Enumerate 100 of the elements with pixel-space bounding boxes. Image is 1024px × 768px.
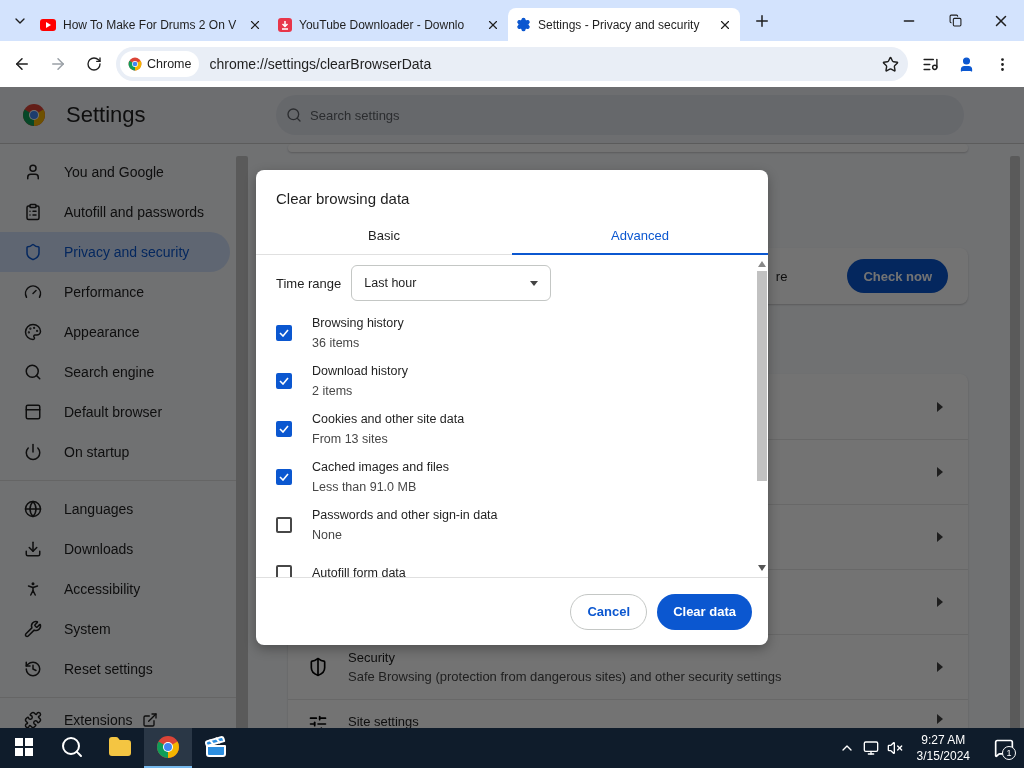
- check-icon: [279, 425, 289, 433]
- row-title: Site settings: [348, 714, 420, 728]
- clock[interactable]: 9:27 AM 3/15/2024: [910, 733, 976, 763]
- scrollbar[interactable]: [1010, 156, 1020, 728]
- dialog-title: Clear browsing data: [275, 189, 411, 209]
- search-field[interactable]: Search settings: [276, 95, 964, 135]
- puzzle-icon: [24, 711, 42, 728]
- shield-icon: [24, 243, 42, 261]
- sidebar-item[interactable]: Autofill and passwords: [0, 192, 230, 232]
- shield-icon: [308, 657, 328, 677]
- chevron-right-icon: [936, 714, 944, 724]
- sidebar-item[interactable]: Appearance: [0, 312, 230, 352]
- sidebar-item[interactable]: Search engine: [0, 352, 230, 392]
- site-chip[interactable]: Chrome: [120, 51, 200, 77]
- gauge-icon: [24, 283, 42, 301]
- clapperboard-icon[interactable]: [204, 735, 228, 759]
- field-label: Time range: [276, 275, 342, 291]
- folder-icon[interactable]: [108, 735, 132, 759]
- option-label: Browsing history: [312, 316, 404, 330]
- tab-title: YouTube Downloader - Downlo: [299, 17, 466, 32]
- sliders-icon: [308, 714, 328, 728]
- chrome-logo-icon: [156, 735, 180, 759]
- chrome-logo-icon: [22, 103, 46, 127]
- cancel-button[interactable]: Cancel: [570, 593, 648, 630]
- checkbox[interactable]: [276, 373, 292, 389]
- time-range-select[interactable]: Last hour: [351, 265, 552, 301]
- chevron-right-icon: [936, 597, 944, 607]
- option-label: Download history: [312, 364, 408, 378]
- checkbox[interactable]: [276, 517, 292, 533]
- sidebar-item[interactable]: Accessibility: [0, 569, 230, 609]
- safety-check-text: re: [775, 268, 788, 284]
- option-detail: None: [312, 528, 343, 542]
- check-icon: [279, 473, 289, 481]
- tab-title: Settings - Privacy and security: [538, 17, 701, 32]
- sidebar-item[interactable]: Extensions: [0, 700, 230, 728]
- notification-count: 1: [1002, 746, 1016, 760]
- option-label: Autofill form data: [312, 566, 406, 577]
- option-detail: 36 items: [312, 336, 361, 350]
- settings-icon: [516, 17, 531, 32]
- search-icon[interactable]: [60, 735, 84, 759]
- person-icon: [24, 163, 42, 181]
- sidebar-item[interactable]: Reset settings: [0, 649, 230, 689]
- dropdown-caret-icon: [530, 280, 539, 286]
- video-play-icon: [40, 18, 56, 31]
- wrench-icon: [24, 620, 42, 638]
- sidebar-item[interactable]: System: [0, 609, 230, 649]
- volume-muted-icon[interactable]: [886, 740, 903, 756]
- browser-window-icon: [24, 403, 42, 421]
- power-icon: [24, 443, 42, 461]
- dialog-tab[interactable]: Advanced: [512, 220, 768, 255]
- sidebar-item[interactable]: Default browser: [0, 392, 230, 432]
- sidebar-item[interactable]: Languages: [0, 489, 230, 529]
- checkbox[interactable]: [276, 421, 292, 437]
- check-icon: [279, 329, 289, 337]
- scroll-down-icon[interactable]: [758, 565, 766, 571]
- palette-icon: [24, 323, 42, 341]
- clipboard-icon: [24, 203, 42, 221]
- row-subtitle: Safe Browsing (protection from dangerous sites) and other security settings: [348, 669, 783, 684]
- url-text: chrome://settings/clearBrowserData: [209, 56, 433, 72]
- chrome-logo-icon: [128, 57, 142, 71]
- browser-tab[interactable]: How To Make For Drums 2 On V: [32, 8, 270, 41]
- search-placeholder: Search settings: [310, 107, 400, 123]
- option-detail: From 13 sites: [312, 432, 389, 446]
- windows-start-icon[interactable]: [15, 738, 33, 756]
- sidebar-item[interactable]: Downloads: [0, 529, 230, 569]
- network-icon[interactable]: [862, 740, 879, 756]
- sidebar-item[interactable]: You and Google: [0, 152, 230, 192]
- checkbox[interactable]: [276, 325, 292, 341]
- option-detail: 2 items: [312, 384, 354, 398]
- address-bar[interactable]: Chrome chrome://settings/clearBrowserData: [116, 47, 908, 81]
- option-label: Cookies and other site data: [312, 412, 465, 426]
- page-title: Settings: [66, 102, 146, 128]
- option-label: Cached images and files: [312, 460, 449, 474]
- history-icon: [24, 660, 42, 678]
- chevron-right-icon: [936, 662, 944, 672]
- check-icon: [279, 377, 289, 385]
- chevron-right-icon: [936, 467, 944, 477]
- browser-tab[interactable]: YouTube Downloader - Downlo: [270, 8, 508, 41]
- row-title: Security: [348, 650, 396, 665]
- check-now-button[interactable]: Check now: [847, 259, 948, 293]
- scroll-up-icon[interactable]: [758, 261, 766, 267]
- option-label: Passwords and other sign-in data: [312, 508, 498, 522]
- search-icon: [286, 107, 302, 123]
- browser-tab[interactable]: Settings - Privacy and security: [508, 8, 740, 41]
- tab-title: How To Make For Drums 2 On V: [63, 17, 238, 32]
- chevron-right-icon: [936, 532, 944, 542]
- chevron-right-icon: [936, 401, 944, 412]
- globe-icon: [24, 500, 42, 518]
- dialog-tab[interactable]: Basic: [256, 220, 512, 255]
- sidebar-item[interactable]: On startup: [0, 432, 230, 472]
- notifications-icon[interactable]: [994, 738, 1014, 758]
- sidebar-item[interactable]: Performance: [0, 272, 230, 312]
- clear-data-button[interactable]: Clear data: [657, 593, 752, 630]
- option-detail: Less than 91.0 MB: [312, 480, 418, 494]
- download-icon: [278, 17, 292, 32]
- download-icon: [24, 540, 42, 558]
- checkbox[interactable]: [276, 469, 292, 485]
- checkbox[interactable]: [276, 565, 292, 577]
- scrollbar[interactable]: [236, 156, 248, 728]
- sidebar-item[interactable]: Privacy and security: [0, 232, 230, 272]
